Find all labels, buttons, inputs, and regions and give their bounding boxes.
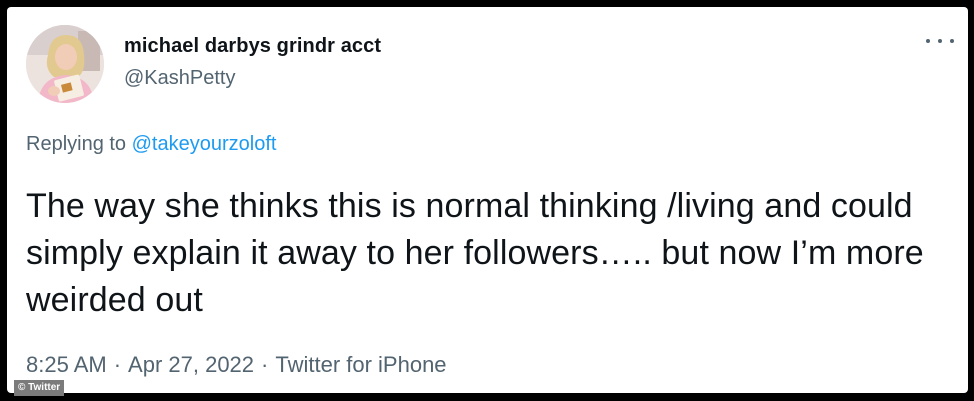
meta-separator: ·: [113, 352, 122, 377]
image-credit: © Twitter: [14, 380, 65, 396]
tweet-date[interactable]: Apr 27, 2022: [128, 352, 254, 377]
tweet-text: The way she thinks this is normal thinki…: [26, 187, 924, 319]
replying-prefix: Replying to: [26, 133, 127, 155]
more-dot: [926, 39, 930, 43]
more-dot: [950, 39, 954, 43]
tweet-card[interactable]: michael darbys grindr acct @KashPetty Re…: [7, 7, 968, 393]
more-dot: [938, 39, 942, 43]
avatar[interactable]: [26, 25, 104, 103]
tweet-time[interactable]: 8:25 AM: [26, 352, 107, 377]
meta-separator: ·: [261, 352, 269, 377]
avatar-photo: [26, 25, 104, 103]
user-handle[interactable]: @KashPetty: [124, 67, 235, 90]
tweet-metadata: 8:25 AM · Apr 27, 2022 · Twitter for iPhone: [26, 352, 447, 378]
screenshot-frame: michael darbys grindr acct @KashPetty Re…: [0, 0, 974, 401]
display-name[interactable]: michael darbys grindr acct: [124, 35, 381, 58]
tweet-source[interactable]: Twitter for iPhone: [275, 352, 446, 377]
replying-to-line: Replying to @takeyourzoloft: [26, 133, 276, 156]
more-horizontal-icon[interactable]: [926, 33, 954, 49]
reply-mention-link[interactable]: @takeyourzoloft: [132, 133, 277, 155]
